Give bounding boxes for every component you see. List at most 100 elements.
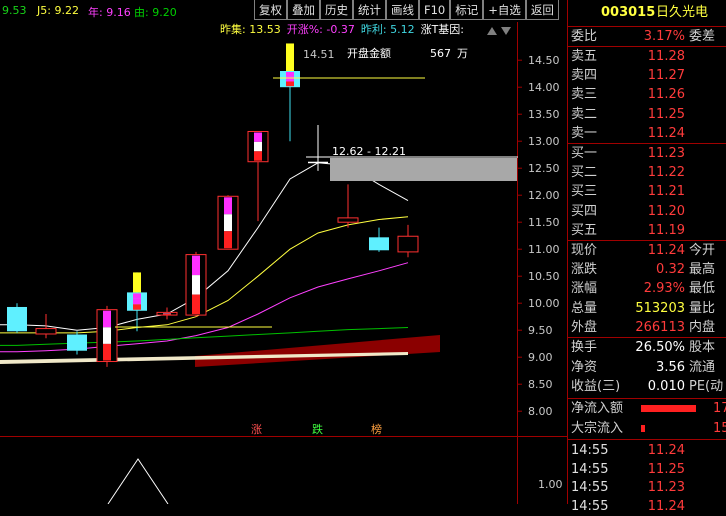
limit-marker xyxy=(103,343,111,361)
stat2-row-value: 26.50% xyxy=(635,340,685,355)
stat2-row-label: 换手 xyxy=(571,340,598,355)
open-amount-value: 567 xyxy=(430,47,451,60)
bid-row-label: 买三 xyxy=(571,184,598,200)
stat-row-value: 0.32 xyxy=(656,262,685,278)
stat-row-label: 外盘 xyxy=(571,319,598,335)
mark-button[interactable]: 标记 xyxy=(450,0,484,20)
candle[interactable] xyxy=(156,307,178,320)
price-tick-label: 8.00 xyxy=(528,405,553,418)
tick-row: 14:55 11.25 xyxy=(568,460,726,479)
history-button[interactable]: 历史 xyxy=(320,0,353,20)
statistics-button[interactable]: 统计 xyxy=(353,0,386,20)
limit-marker xyxy=(192,255,200,276)
stat2-row-label: 净资 xyxy=(571,359,598,375)
draw-line-button[interactable]: 画线 xyxy=(386,0,419,20)
bid-row-value: 11.22 xyxy=(647,165,685,181)
tick-time: 14:55 xyxy=(571,461,609,477)
ask-row-value: 11.27 xyxy=(647,68,685,84)
indicator-axis: 1.00 xyxy=(538,478,563,491)
ask-row: 卖五 11.28 xyxy=(568,47,726,66)
limit-marker xyxy=(133,304,141,310)
tick-row: 14:55 11.24 xyxy=(568,441,726,460)
bid-row: 买三 11.21 xyxy=(568,182,726,201)
add-watchlist-button[interactable]: +自选 xyxy=(483,0,526,20)
tick-price: 11.24 xyxy=(647,443,685,458)
limit-marker xyxy=(224,197,232,215)
limit-marker xyxy=(192,294,200,315)
ask-row-value: 11.28 xyxy=(647,49,685,64)
resistance-zone xyxy=(330,158,517,181)
stat2-row-extra: 股本 xyxy=(689,340,716,355)
price-tick-label: 13.50 xyxy=(528,108,560,121)
price-tick-label: 14.50 xyxy=(528,54,560,67)
limit-marker xyxy=(254,151,262,161)
candle[interactable] xyxy=(7,303,27,333)
stat-row-extra: 内盘 xyxy=(689,319,716,335)
ask-row: 卖四 11.27 xyxy=(568,66,726,85)
flow-bar xyxy=(641,424,645,432)
flow-label: 净流入额 xyxy=(571,401,624,416)
tick-price: 11.24 xyxy=(647,498,685,514)
tag-up[interactable]: 涨 xyxy=(251,423,262,436)
kline-chart[interactable]: 14.50 14.00 13.50 13.00 12.50 12.00 11.50 11.00… xyxy=(0,22,567,504)
stat2-row-value: 0.010 xyxy=(647,379,685,394)
bid-row-label: 买四 xyxy=(571,203,598,219)
overlay-button[interactable]: 叠加 xyxy=(287,0,320,20)
candle[interactable] xyxy=(369,227,389,252)
candle[interactable] xyxy=(96,305,118,367)
candle[interactable] xyxy=(337,184,359,228)
bid-row-value: 11.23 xyxy=(647,146,685,161)
tag-list[interactable]: 榜 xyxy=(371,422,382,436)
candle[interactable] xyxy=(217,195,239,250)
back-button[interactable]: 返回 xyxy=(525,0,559,20)
limit-marker xyxy=(286,76,294,82)
ask-row: 卖一 11.24 xyxy=(568,124,726,143)
ask-row-value: 11.26 xyxy=(647,87,685,103)
flow-row: 净流入额 17 xyxy=(568,399,726,418)
f10-button[interactable]: F10 xyxy=(419,0,451,20)
weibi-row: 委比 3.17% 委差 xyxy=(568,27,726,46)
price-tick-label: 11.50 xyxy=(528,216,560,229)
sub-tick-label: 1.00 xyxy=(538,478,563,491)
ask-row-label: 卖一 xyxy=(571,125,598,141)
j5-value: J5: 9.22 xyxy=(37,4,79,17)
restore-rights-button[interactable]: 复权 xyxy=(254,0,287,20)
candle[interactable] xyxy=(308,125,328,171)
flow-value: 15 xyxy=(713,420,726,436)
stock-name[interactable]: 日久光电 xyxy=(656,3,708,22)
candle-body xyxy=(35,328,57,335)
stat2-row: 换手 26.50% 股本 xyxy=(568,338,726,357)
bid-row-value: 11.19 xyxy=(647,222,685,238)
weibi-value: 3.17% xyxy=(643,29,685,44)
stat-row-label: 涨幅 xyxy=(571,281,598,297)
year-value: 年: 9.16 xyxy=(88,6,131,19)
price-tick-label: 14.00 xyxy=(528,81,560,94)
stat-row-extra: 最高 xyxy=(689,262,716,278)
limit-marker xyxy=(286,72,294,77)
weibi-label: 委比 xyxy=(571,29,598,44)
tick-time: 14:55 xyxy=(571,480,609,495)
bid-row-label: 买二 xyxy=(571,165,598,181)
candle[interactable] xyxy=(67,331,87,355)
candle-body xyxy=(369,237,389,251)
ma60-value: 由: 9.20 xyxy=(134,6,177,19)
limit-marker xyxy=(286,81,294,87)
candle[interactable] xyxy=(397,224,419,258)
cost-band xyxy=(0,335,440,367)
tick-price: 11.23 xyxy=(647,480,685,495)
stat-row: 涨幅 2.93% 最低 xyxy=(568,279,726,298)
price-tick-label: 13.00 xyxy=(528,135,560,148)
stat-row: 外盘 266113 内盘 xyxy=(568,318,726,337)
flow-value: 17 xyxy=(713,401,726,416)
ask-row-value: 11.25 xyxy=(647,106,685,122)
candle[interactable] xyxy=(185,251,207,317)
tag-down[interactable]: 跌 xyxy=(312,422,323,436)
limit-flag xyxy=(286,43,294,71)
candle[interactable] xyxy=(35,314,57,339)
ask-row-label: 卖五 xyxy=(571,49,598,64)
stat-row-label: 涨跌 xyxy=(571,262,598,278)
stat-row-value: 266113 xyxy=(635,319,685,335)
candle[interactable] xyxy=(247,130,269,222)
stat-row-label: 总量 xyxy=(571,300,598,316)
limit-marker xyxy=(254,141,262,152)
